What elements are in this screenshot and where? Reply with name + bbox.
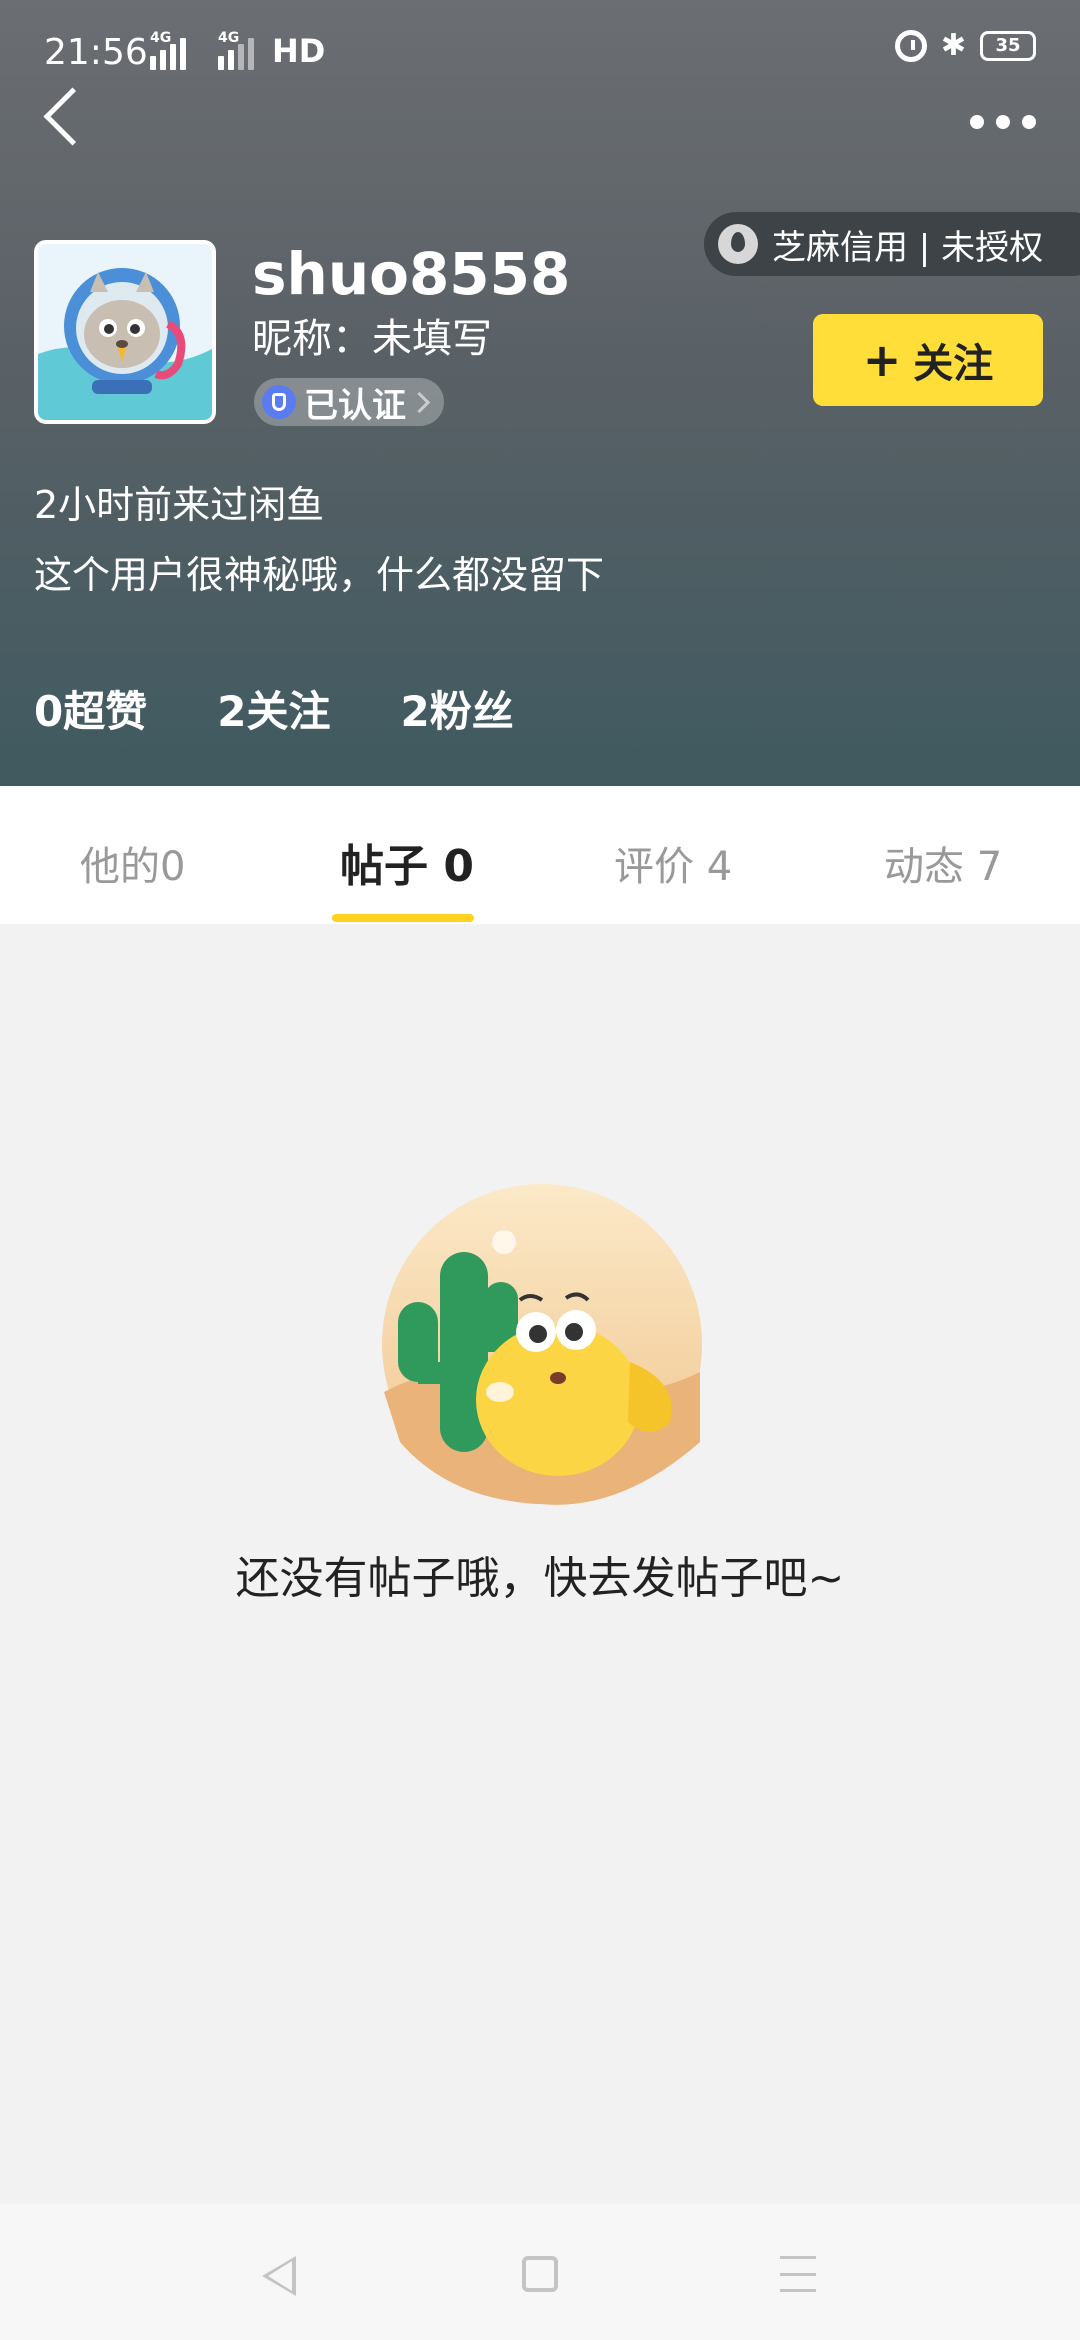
follow-button[interactable]: + 关注 [813,314,1043,406]
battery-icon: 35 [980,31,1036,61]
avatar[interactable] [34,240,216,424]
empty-state-illustration [380,1182,704,1506]
profile-header: 21:56 4G 4G HD ✱ 35 芝麻信用 | 未授权 shuo8558 … [0,0,1080,786]
follow-label: 关注 [913,341,994,387]
stat-following[interactable]: 2关注 [217,678,330,739]
network-type-label: 4G [150,30,172,46]
last-visit-text: 2小时前来过闲鱼 [34,483,325,527]
bio-text: 这个用户很神秘哦，什么都没留下 [34,553,605,597]
verified-shield-icon [262,385,296,419]
signal-icon: 4G [150,30,186,70]
nav-menu-icon[interactable] [780,2256,816,2292]
tab-reviews[interactable]: 评价 4 [614,834,732,892]
tab-posts[interactable]: 帖子 0 [340,830,474,894]
hd-indicator: HD [272,32,326,70]
alarm-icon [894,30,927,62]
plus-icon: + [862,333,902,387]
system-nav-bar [0,2204,1080,2340]
sesame-credit-badge[interactable]: 芝麻信用 | 未授权 [704,212,1080,276]
tab-his-items[interactable]: 他的0 [80,834,185,892]
more-options-icon[interactable] [970,110,1036,134]
nav-back-icon[interactable] [262,2256,296,2296]
tab-activity[interactable]: 动态 7 [884,834,1002,892]
verified-badge[interactable]: 已认证 [254,378,444,426]
status-bar: 21:56 4G 4G HD ✱ 35 [0,0,1080,100]
tab-bar: 他的0 帖子 0 评价 4 动态 7 [0,786,1080,924]
network-type-label-2: 4G [218,30,240,46]
avatar-image [38,244,212,420]
empty-state-message: 还没有帖子哦，快去发帖子吧~ [235,1553,845,1604]
status-time: 21:56 [44,32,148,73]
sesame-icon [718,224,758,264]
nav-home-icon[interactable] [522,2256,558,2292]
stat-likes[interactable]: 0超赞 [34,678,147,739]
username: shuo8558 [252,240,571,308]
bluetooth-icon: ✱ [940,28,966,63]
sesame-credit-label: 芝麻信用 | 未授权 [772,227,1044,268]
active-tab-indicator [332,914,474,922]
stats-row: 0超赞 2关注 2粉丝 [34,678,584,739]
signal-icon-2: 4G [218,30,254,70]
nickname: 昵称：未填写 [252,316,492,362]
stat-fans[interactable]: 2粉丝 [400,678,513,739]
verified-label: 已认证 [304,385,406,426]
chevron-right-icon [408,391,431,413]
